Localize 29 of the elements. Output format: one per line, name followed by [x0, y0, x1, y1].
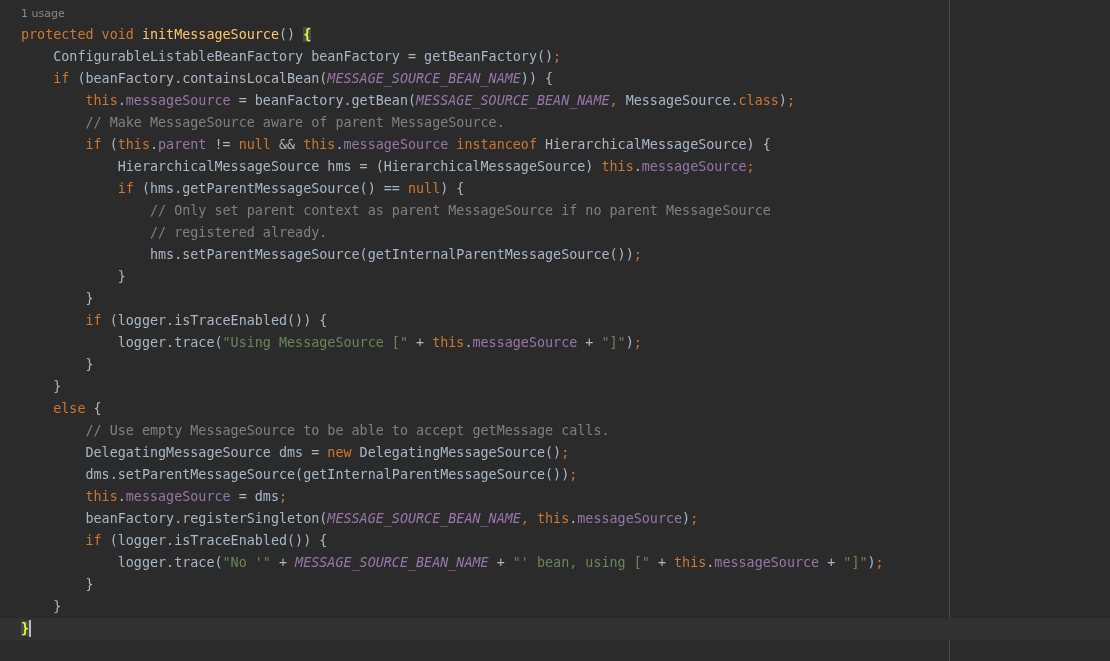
code-line: DelegatingMessageSource dms = new DelegatingMessageSource();: [84, 444, 571, 462]
code-line: hms.setParentMessageSource(getInternalParentMessageSource());: [149, 246, 643, 264]
code-line: // registered already.: [149, 224, 329, 242]
code-line: }: [52, 598, 63, 616]
code-line: // Use empty MessageSource to be able to accept getMessage calls.: [84, 422, 611, 440]
code-line: }: [116, 268, 127, 286]
code-line: if (hms.getParentMessageSource() == null) {: [116, 180, 466, 198]
code-line: this.messageSource = dms;: [84, 488, 289, 506]
code-line: logger.trace("Using MessageSource [" + this.messageSource + "]");: [116, 334, 643, 352]
code-line: }: [84, 290, 95, 308]
code-line: logger.trace("No '" + MESSAGE_SOURCE_BEAN_NAME + "' bean, using [" + this.messageSource + "]");: [116, 554, 885, 573]
usage-hint[interactable]: 1 usage: [21, 4, 65, 24]
code-line: protected void initMessageSource() {: [20, 26, 313, 44]
code-line: }: [84, 356, 95, 374]
code-line: }: [84, 576, 95, 594]
code-line: if (beanFactory.containsLocalBean(MESSAGE_SOURCE_BEAN_NAME)) {: [52, 70, 555, 89]
code-line: dms.setParentMessageSource(getInternalParentMessageSource());: [84, 466, 579, 484]
code-line: // Make MessageSource aware of parent MessageSource.: [84, 114, 506, 132]
code-line: this.messageSource = beanFactory.getBean(MESSAGE_SOURCE_BEAN_NAME, MessageSource.class);: [84, 92, 796, 111]
code-line: beanFactory.registerSingleton(MESSAGE_SOURCE_BEAN_NAME, this.messageSource);: [84, 510, 700, 529]
text-cursor: [29, 620, 32, 637]
code-line: if (logger.isTraceEnabled()) {: [84, 312, 329, 330]
code-line: if (logger.isTraceEnabled()) {: [84, 532, 329, 550]
code-line: }: [52, 378, 63, 396]
code-line: ConfigurableListableBeanFactory beanFactory = getBeanFactory();: [52, 48, 563, 66]
code-line: HierarchicalMessageSource hms = (HierarchicalMessageSource) this.messageSource;: [116, 158, 756, 176]
code-line: else {: [52, 400, 103, 418]
code-line: if (this.parent != null && this.messageSource instanceof HierarchicalMessageSource) {: [84, 136, 772, 154]
code-line: // Only set parent context as parent MessageSource if no parent MessageSource: [149, 202, 772, 220]
